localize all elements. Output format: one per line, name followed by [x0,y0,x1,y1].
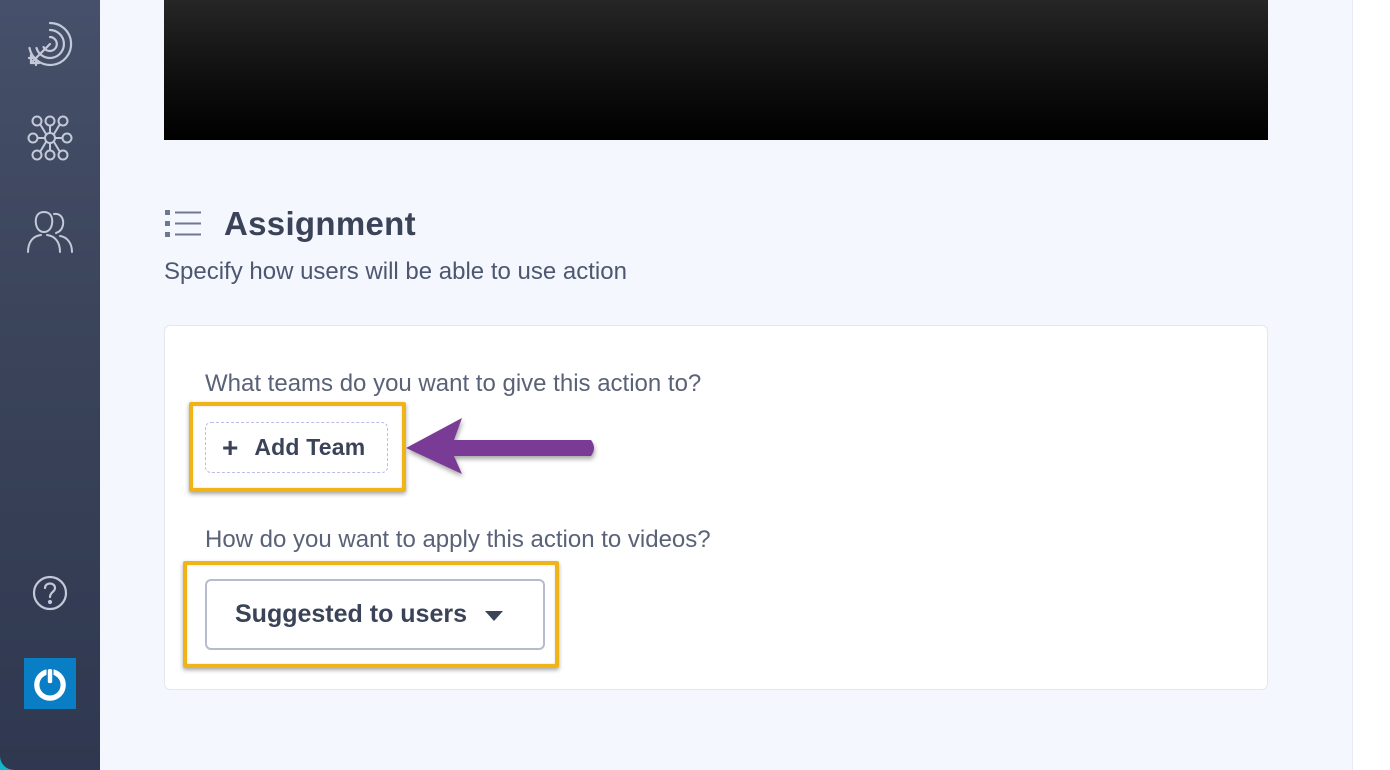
plus-icon: + [222,431,239,463]
target-icon[interactable] [24,18,76,70]
annotation-arrow-icon [406,418,594,474]
users-icon[interactable] [24,205,76,257]
power-button[interactable] [24,658,76,709]
add-team-button[interactable]: + Add Team [205,422,388,473]
network-icon[interactable] [24,112,76,164]
section-header: Assignment [164,202,416,246]
section-title: Assignment [224,205,416,242]
power-icon [34,666,66,701]
section-subtitle: Specify how users will be able to use ac… [164,258,627,285]
assignment-card: What teams do you want to give this acti… [164,325,1268,690]
list-icon [165,210,201,237]
caret-down-icon [485,611,503,621]
add-team-label: Add Team [254,434,366,460]
video-preview[interactable] [164,0,1268,140]
help-icon[interactable] [24,567,76,619]
videos-question: How do you want to apply this action to … [205,526,711,553]
apply-mode-value: Suggested to users [235,600,467,628]
apply-mode-select[interactable]: Suggested to users [205,579,545,650]
right-panel [1352,0,1390,770]
teams-question: What teams do you want to give this acti… [205,370,702,397]
sidebar [0,0,100,770]
